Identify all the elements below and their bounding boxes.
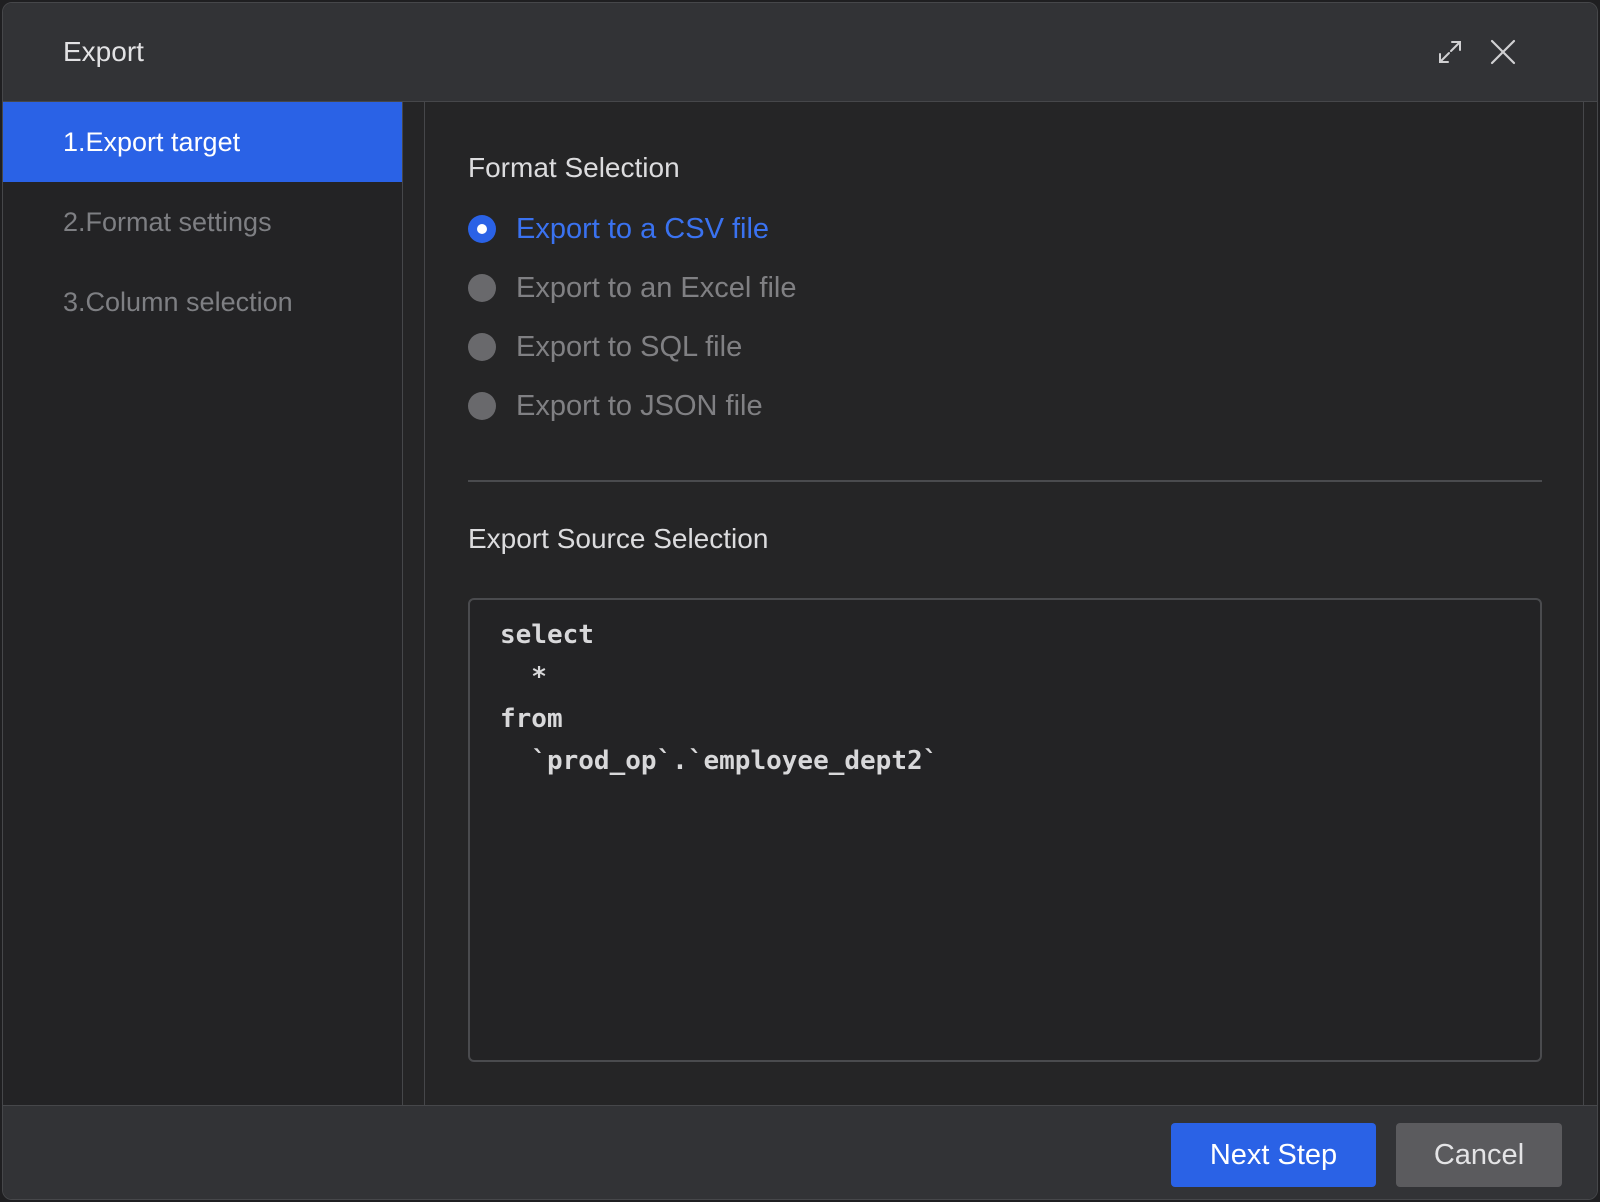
- radio-label-excel: Export to an Excel file: [516, 271, 797, 304]
- radio-label-csv: Export to a CSV file: [516, 212, 770, 245]
- radio-label-json: Export to JSON file: [516, 389, 763, 422]
- radio-checked-icon[interactable]: [468, 215, 496, 243]
- steps-sidebar: 1.Export target 2.Format settings 3.Colu…: [3, 102, 403, 1105]
- step-export-target[interactable]: 1.Export target: [3, 102, 402, 182]
- radio-unchecked-icon[interactable]: [468, 274, 496, 302]
- radio-label-sql: Export to SQL file: [516, 330, 743, 363]
- export-source-title: Export Source Selection: [468, 523, 769, 554]
- radio-option-sql[interactable]: Export to SQL file: [468, 327, 742, 367]
- radio-option-excel[interactable]: Export to an Excel file: [468, 268, 796, 308]
- format-selection-title: Format Selection: [468, 152, 680, 183]
- expand-icon[interactable]: [1435, 37, 1465, 67]
- right-scroll-gutter: [1583, 102, 1597, 1105]
- step-column-selection[interactable]: 3.Column selection: [3, 262, 402, 342]
- radio-option-csv[interactable]: Export to a CSV file: [468, 209, 769, 249]
- radio-unchecked-icon[interactable]: [468, 333, 496, 361]
- export-dialog: Export 1.Export target 2.Format settings…: [2, 2, 1598, 1200]
- dialog-title: Export: [63, 36, 144, 67]
- next-step-button[interactable]: Next Step: [1171, 1123, 1376, 1187]
- scroll-gutter: [403, 102, 425, 1105]
- cancel-button[interactable]: Cancel: [1396, 1123, 1562, 1187]
- code-line: `prod_op`.`employee_dept2`: [500, 746, 939, 776]
- code-line: from: [500, 704, 563, 734]
- step-format-settings[interactable]: 2.Format settings: [3, 182, 402, 262]
- code-line: select: [500, 620, 594, 650]
- radio-option-json[interactable]: Export to JSON file: [468, 386, 763, 426]
- radio-unchecked-icon[interactable]: [468, 392, 496, 420]
- section-divider: [468, 480, 1542, 482]
- dialog-footer: Next Step Cancel: [3, 1105, 1597, 1199]
- code-line: *: [500, 662, 547, 692]
- sql-editor[interactable]: select * from `prod_op`.`employee_dept2`: [468, 598, 1542, 1062]
- export-target-panel: Format Selection Export to a CSV file Ex…: [468, 102, 1542, 1105]
- close-icon[interactable]: [1488, 37, 1518, 67]
- dialog-header: Export: [3, 3, 1597, 102]
